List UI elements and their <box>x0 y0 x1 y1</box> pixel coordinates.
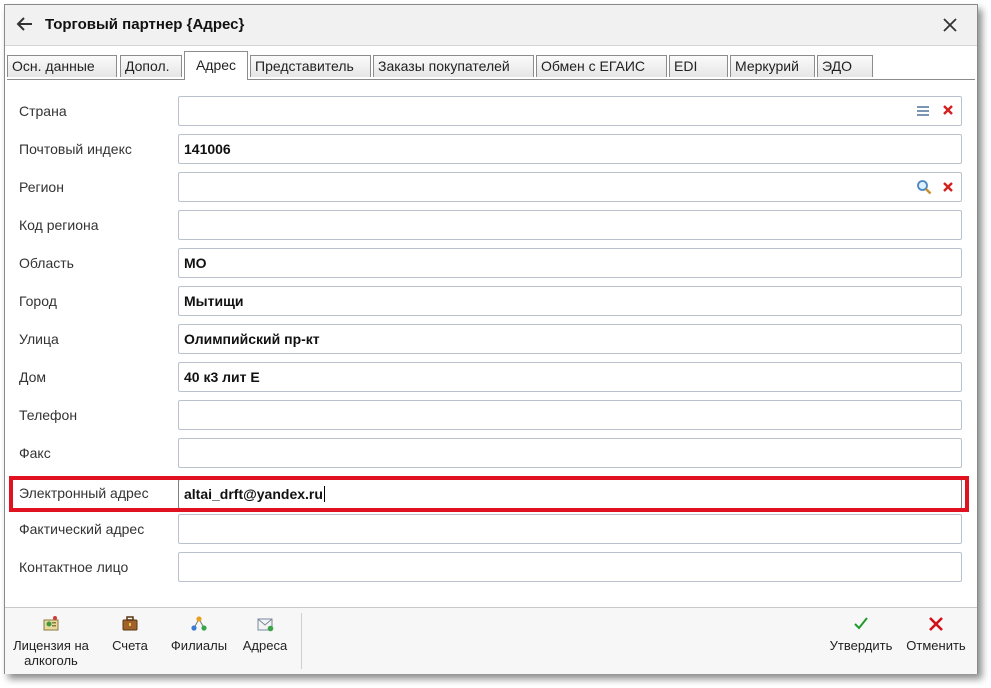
toolbar-divider <box>301 613 302 669</box>
tab-representative[interactable]: Представитель <box>250 55 371 77</box>
clear-icon[interactable] <box>942 181 954 193</box>
window-title: Торговый партнер {Адрес} <box>45 16 245 33</box>
approve-button[interactable]: Утвердить <box>823 608 899 674</box>
tab-bar: Осн. данные Допол. Адрес Представитель З… <box>7 51 975 80</box>
oblast-field[interactable]: МО <box>178 248 962 278</box>
cancel-icon <box>929 617 943 631</box>
street-label: Улица <box>19 331 59 347</box>
envelope-icon <box>257 618 274 632</box>
tab-additional[interactable]: Допол. <box>120 55 182 77</box>
branches-button[interactable]: Филиалы <box>163 608 235 674</box>
search-icon[interactable] <box>916 179 932 195</box>
fax-label: Факс <box>19 445 51 461</box>
oblast-label: Область <box>19 255 74 271</box>
phone-label: Телефон <box>19 407 78 423</box>
checkmark-icon <box>854 617 868 630</box>
actual-address-field[interactable] <box>178 514 962 544</box>
tab-edo[interactable]: ЭДО <box>817 55 873 77</box>
street-field[interactable]: Олимпийский пр-кт <box>178 324 962 354</box>
license-label: Лицензия на алкоголь <box>13 638 89 668</box>
region-code-label: Код региона <box>19 217 99 233</box>
license-button[interactable]: Лицензия на алкоголь <box>7 608 95 674</box>
clear-icon[interactable] <box>942 104 954 116</box>
tab-edi[interactable]: EDI <box>669 55 728 77</box>
title-bar: Торговый партнер {Адрес} <box>5 5 977 46</box>
addresses-button[interactable]: Адреса <box>237 608 293 674</box>
tab-main-data[interactable]: Осн. данные <box>7 55 117 77</box>
dialog-window: Торговый партнер {Адрес} Осн. данные Доп… <box>4 4 978 674</box>
accounts-button[interactable]: Счета <box>105 608 155 674</box>
tab-egais-exchange[interactable]: Обмен с ЕГАИС <box>536 55 667 77</box>
email-value: altai_drft@yandex.ru <box>184 486 323 502</box>
accounts-label: Счета <box>112 638 148 653</box>
contact-person-field[interactable] <box>178 552 962 582</box>
branches-label: Филиалы <box>170 638 228 653</box>
contact-person-label: Контактное лицо <box>19 559 129 575</box>
house-field[interactable]: 40 к3 лит Е <box>178 362 962 392</box>
country-field[interactable] <box>178 96 962 126</box>
tab-address[interactable]: Адрес <box>184 51 248 80</box>
postal-code-field[interactable]: 141006 <box>178 134 962 164</box>
country-label: Страна <box>19 103 67 119</box>
email-field[interactable]: altai_drft@yandex.ru <box>178 479 962 509</box>
close-icon[interactable] <box>941 16 959 34</box>
addresses-label: Адреса <box>242 638 288 653</box>
license-icon <box>43 616 59 631</box>
text-caret <box>323 486 325 502</box>
branches-icon <box>191 616 207 631</box>
region-code-field[interactable] <box>178 210 962 240</box>
tab-customer-orders[interactable]: Заказы покупателей <box>373 55 534 77</box>
house-label: Дом <box>19 369 47 385</box>
bottom-toolbar: Лицензия на алкоголь Счета Филиалы Адрес… <box>5 607 977 674</box>
phone-field[interactable] <box>178 400 962 430</box>
cancel-button[interactable]: Отменить <box>903 608 969 674</box>
postal-code-label: Почтовый индекс <box>19 141 132 157</box>
cancel-label: Отменить <box>906 638 966 653</box>
city-field[interactable]: Мытищи <box>178 286 962 316</box>
arrow-left-icon[interactable] <box>15 14 35 34</box>
briefcase-icon <box>122 616 138 631</box>
city-label: Город <box>19 293 57 309</box>
email-label: Электронный адрес <box>19 485 149 501</box>
actual-address-label: Фактический адрес <box>19 521 145 537</box>
region-label: Регион <box>19 179 64 195</box>
approve-label: Утвердить <box>829 638 893 653</box>
fax-field[interactable] <box>178 438 962 468</box>
tab-mercury[interactable]: Меркурий <box>730 55 815 77</box>
list-icon[interactable] <box>916 104 930 118</box>
region-field[interactable] <box>178 172 962 202</box>
